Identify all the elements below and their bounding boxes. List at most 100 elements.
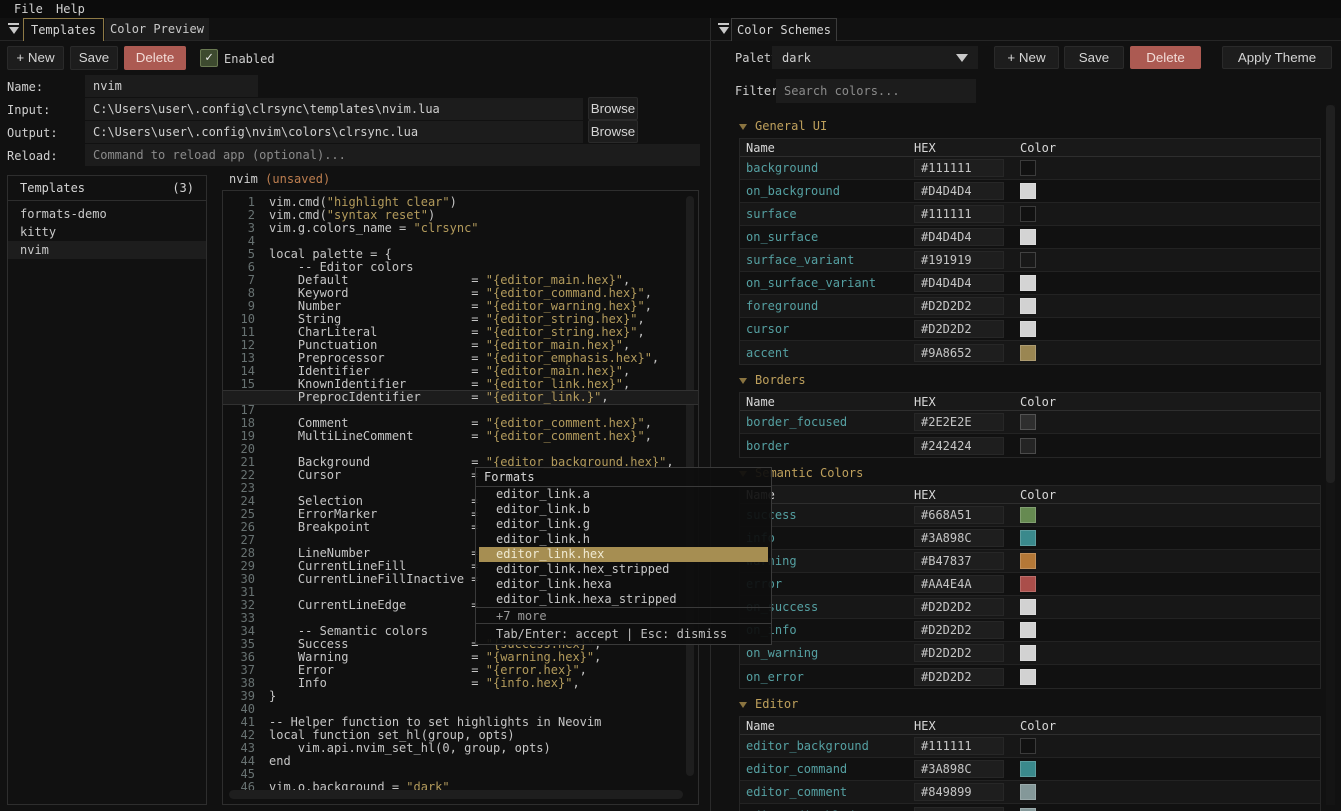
name-input[interactable] (85, 75, 258, 97)
popup-item-selected[interactable]: editor_link.hex (479, 547, 768, 562)
collapse-panel-icon[interactable] (8, 23, 19, 34)
template-list-item[interactable]: nvim (8, 241, 206, 259)
color-swatch[interactable] (1020, 784, 1036, 800)
popup-more-item[interactable]: +7 more (476, 607, 771, 623)
color-row[interactable]: cursor#D2D2D2 (740, 318, 1320, 341)
hex-value-field[interactable]: #111111 (914, 159, 1004, 177)
hex-value-field[interactable]: #849899 (914, 807, 1004, 811)
section-header[interactable]: General UI (739, 119, 1341, 134)
hex-value-field[interactable]: #849899 (914, 783, 1004, 801)
popup-item[interactable]: editor_link.hexa_stripped (476, 592, 771, 607)
color-row[interactable]: error#AA4E4A (740, 573, 1320, 596)
editor-horizontal-scrollbar[interactable] (229, 790, 683, 799)
color-swatch[interactable] (1020, 645, 1036, 661)
color-swatch[interactable] (1020, 576, 1036, 592)
color-row[interactable]: editor_background#111111 (740, 735, 1320, 758)
browse-output-button[interactable]: Browse (588, 120, 638, 143)
color-row[interactable]: background#111111 (740, 157, 1320, 180)
schemes-scrollbar-thumb[interactable] (1326, 105, 1335, 483)
color-swatch[interactable] (1020, 414, 1036, 430)
color-row[interactable]: surface_variant#191919 (740, 249, 1320, 272)
hex-value-field[interactable]: #191919 (914, 251, 1004, 269)
color-swatch[interactable] (1020, 183, 1036, 199)
tab-templates[interactable]: Templates (23, 18, 104, 41)
hex-value-field[interactable]: #AA4E4A (914, 575, 1004, 593)
hex-value-field[interactable]: #242424 (914, 437, 1004, 455)
color-row[interactable]: editor_command#3A898C (740, 758, 1320, 781)
hex-value-field[interactable]: #668A51 (914, 506, 1004, 524)
color-row[interactable]: on_success#D2D2D2 (740, 596, 1320, 619)
menu-file[interactable]: File (14, 2, 43, 16)
palette-dropdown[interactable]: dark (772, 46, 978, 69)
color-row[interactable]: on_warning#D2D2D2 (740, 642, 1320, 665)
hex-value-field[interactable]: #111111 (914, 205, 1004, 223)
hex-value-field[interactable]: #111111 (914, 737, 1004, 755)
color-swatch[interactable] (1020, 530, 1036, 546)
color-swatch[interactable] (1020, 507, 1036, 523)
color-swatch[interactable] (1020, 160, 1036, 176)
color-swatch[interactable] (1020, 206, 1036, 222)
menu-help[interactable]: Help (56, 2, 85, 16)
color-swatch[interactable] (1020, 275, 1036, 291)
section-header[interactable]: Editor (739, 697, 1341, 712)
hex-value-field[interactable]: #D4D4D4 (914, 228, 1004, 246)
color-swatch[interactable] (1020, 622, 1036, 638)
color-row[interactable]: info#3A898C (740, 527, 1320, 550)
hex-value-field[interactable]: #D2D2D2 (914, 621, 1004, 639)
save-palette-button[interactable]: Save (1064, 46, 1124, 69)
popup-item[interactable]: editor_link.g (476, 517, 771, 532)
popup-item[interactable]: editor_link.b (476, 502, 771, 517)
color-row[interactable]: on_error#D2D2D2 (740, 665, 1320, 688)
color-row[interactable]: success#668A51 (740, 504, 1320, 527)
popup-item[interactable]: editor_link.h (476, 532, 771, 547)
output-path-field[interactable] (85, 121, 583, 143)
color-row[interactable]: editor_disabled#849899 (740, 804, 1320, 811)
popup-item[interactable]: editor_link.hexa (476, 577, 771, 592)
color-swatch[interactable] (1020, 553, 1036, 569)
hex-value-field[interactable]: #D4D4D4 (914, 182, 1004, 200)
color-swatch[interactable] (1020, 252, 1036, 268)
popup-item[interactable]: editor_link.hex_stripped (476, 562, 771, 577)
color-swatch[interactable] (1020, 229, 1036, 245)
hex-value-field[interactable]: #D2D2D2 (914, 644, 1004, 662)
section-header[interactable]: Borders (739, 373, 1341, 388)
color-swatch[interactable] (1020, 808, 1036, 811)
collapse-schemes-icon[interactable] (718, 23, 729, 34)
color-swatch[interactable] (1020, 669, 1036, 685)
color-swatch[interactable] (1020, 321, 1036, 337)
color-swatch[interactable] (1020, 761, 1036, 777)
color-row[interactable]: border#242424 (740, 434, 1320, 457)
hex-value-field[interactable]: #3A898C (914, 529, 1004, 547)
filter-input[interactable] (776, 79, 976, 103)
apply-theme-button[interactable]: Apply Theme (1222, 46, 1332, 69)
tab-color-schemes[interactable]: Color Schemes (731, 18, 837, 41)
color-row[interactable]: on_surface#D4D4D4 (740, 226, 1320, 249)
color-row[interactable]: surface#111111 (740, 203, 1320, 226)
input-path-field[interactable] (85, 98, 583, 120)
color-swatch[interactable] (1020, 345, 1036, 361)
color-swatch[interactable] (1020, 298, 1036, 314)
color-row[interactable]: on_info#D2D2D2 (740, 619, 1320, 642)
color-row[interactable]: accent#9A8652 (740, 341, 1320, 364)
hex-value-field[interactable]: #D2D2D2 (914, 320, 1004, 338)
tab-color-preview[interactable]: Color Preview (105, 18, 209, 40)
delete-template-button[interactable]: Delete (124, 46, 186, 70)
hex-value-field[interactable]: #3A898C (914, 760, 1004, 778)
color-row[interactable]: on_surface_variant#D4D4D4 (740, 272, 1320, 295)
hex-value-field[interactable]: #D2D2D2 (914, 598, 1004, 616)
section-header[interactable]: Semantic Colors (739, 466, 1341, 481)
template-list-item[interactable]: kitty (8, 223, 206, 241)
color-row[interactable]: editor_comment#849899 (740, 781, 1320, 804)
hex-value-field[interactable]: #B47837 (914, 552, 1004, 570)
new-template-button[interactable]: + New (7, 46, 64, 70)
color-row[interactable]: on_background#D4D4D4 (740, 180, 1320, 203)
color-swatch[interactable] (1020, 438, 1036, 454)
color-swatch[interactable] (1020, 738, 1036, 754)
color-row[interactable]: foreground#D2D2D2 (740, 295, 1320, 318)
hex-value-field[interactable]: #D2D2D2 (914, 668, 1004, 686)
color-row[interactable]: warning#B47837 (740, 550, 1320, 573)
template-list-item[interactable]: formats-demo (8, 205, 206, 223)
hex-value-field[interactable]: #2E2E2E (914, 413, 1004, 431)
enabled-checkbox[interactable]: ✓ (200, 49, 218, 67)
browse-input-button[interactable]: Browse (588, 97, 638, 120)
